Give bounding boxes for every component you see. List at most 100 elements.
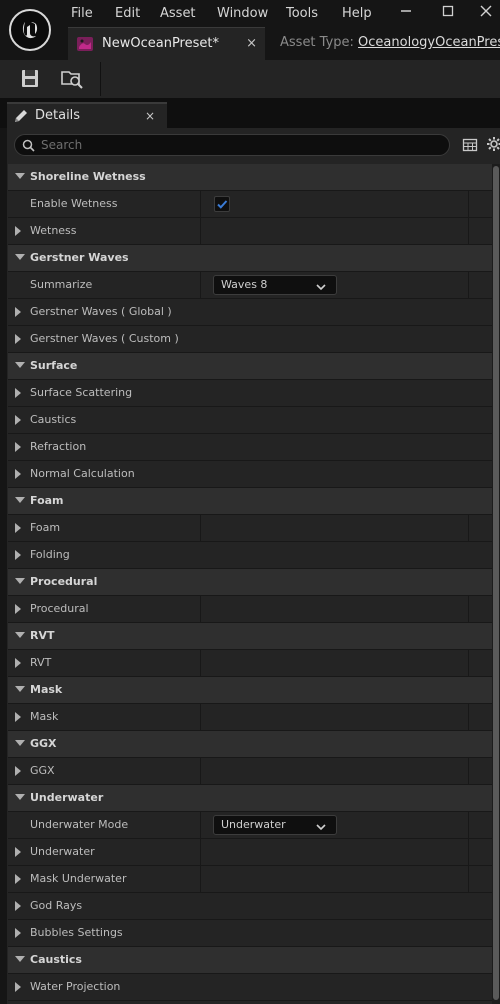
property-wetness[interactable]: Wetness [8,218,492,245]
property-mask[interactable]: Mask [8,704,492,731]
document-tab[interactable]: NewOceanPreset* × [68,27,265,61]
underwater-mode-dropdown[interactable]: Underwater [213,815,337,835]
column-divider [468,272,469,298]
expand-arrow-icon[interactable] [15,469,21,479]
expand-arrow-icon[interactable] [15,442,21,452]
category-ggx[interactable]: GGX [8,731,492,758]
column-divider[interactable] [200,866,201,892]
column-divider[interactable] [200,515,201,541]
property-rvt[interactable]: RVT [8,650,492,677]
property-normal-calculation[interactable]: Normal Calculation [8,461,492,488]
property-refraction[interactable]: Refraction [8,434,492,461]
column-divider[interactable] [200,596,201,622]
menu-edit[interactable]: Edit [115,0,140,27]
collapse-arrow-icon[interactable] [15,686,25,692]
close-window-icon[interactable] [471,0,500,27]
column-divider[interactable] [200,704,201,730]
scrollbar-thumb[interactable] [493,166,499,1000]
summarize-dropdown[interactable]: Waves 8 [213,275,337,295]
property-procedural[interactable]: Procedural [8,596,492,623]
category-surface[interactable]: Surface [8,353,492,380]
collapse-arrow-icon[interactable] [15,173,25,179]
column-divider [468,596,469,622]
maximize-icon[interactable] [433,0,463,27]
category-foam[interactable]: Foam [8,488,492,515]
category-caustics[interactable]: Caustics [8,947,492,974]
category-gerstner-waves[interactable]: Gerstner Waves [8,245,492,272]
search-box[interactable] [14,134,450,156]
expand-arrow-icon[interactable] [15,415,21,425]
property-foam[interactable]: Foam [8,515,492,542]
property-gerstner-waves-global[interactable]: Gerstner Waves ( Global ) [8,299,492,326]
asset-type-link[interactable]: OceanologyOceanPreset [358,35,500,50]
expand-arrow-icon[interactable] [15,307,21,317]
unreal-logo-icon[interactable] [9,9,51,51]
expand-arrow-icon[interactable] [15,226,21,236]
expand-arrow-icon[interactable] [15,658,21,668]
settings-gear-icon[interactable] [486,136,500,155]
collapse-arrow-icon[interactable] [15,740,25,746]
menu-file[interactable]: File [71,0,93,27]
category-underwater[interactable]: Underwater [8,785,492,812]
category-mask[interactable]: Mask [8,677,492,704]
minimize-icon[interactable] [391,0,421,27]
collapse-arrow-icon[interactable] [15,254,25,260]
details-tab[interactable]: Details × [7,102,167,128]
property-gerstner-waves-custom[interactable]: Gerstner Waves ( Custom ) [8,326,492,353]
menu-window[interactable]: Window [217,0,268,27]
collapse-arrow-icon[interactable] [15,578,25,584]
expand-arrow-icon[interactable] [15,334,21,344]
expand-arrow-icon[interactable] [15,766,21,776]
collapse-arrow-icon[interactable] [15,794,25,800]
details-scrollbar[interactable] [492,164,500,1004]
column-divider [468,650,469,676]
property-water-projection[interactable]: Water Projection [8,974,492,1001]
property-mask-underwater[interactable]: Mask Underwater [8,866,492,893]
property-underwater[interactable]: Underwater [8,839,492,866]
asset-type-info: Asset Type: OceanologyOceanPreset [280,27,500,59]
column-divider[interactable] [200,839,201,865]
collapse-arrow-icon[interactable] [15,362,25,368]
enable-wetness-checkbox[interactable] [214,196,230,212]
menu-asset[interactable]: Asset [160,0,196,27]
expand-arrow-icon[interactable] [15,604,21,614]
column-divider[interactable] [200,218,201,244]
property-ggx[interactable]: GGX [8,758,492,785]
expand-arrow-icon[interactable] [15,901,21,911]
details-tab-close-icon[interactable]: × [145,104,155,128]
property-summarize: Summarize Waves 8 [8,272,492,299]
search-input[interactable] [41,136,441,154]
category-shoreline-wetness[interactable]: Shoreline Wetness [8,164,492,191]
expand-arrow-icon[interactable] [15,388,21,398]
save-icon[interactable] [17,66,45,92]
expand-arrow-icon[interactable] [15,874,21,884]
collapse-arrow-icon[interactable] [15,956,25,962]
category-label: Gerstner Waves [30,251,129,264]
property-caustics[interactable]: Caustics [8,407,492,434]
column-divider[interactable] [200,758,201,784]
expand-arrow-icon[interactable] [15,982,21,992]
menu-tools[interactable]: Tools [286,0,318,27]
expand-arrow-icon[interactable] [15,847,21,857]
property-bubbles-settings[interactable]: Bubbles Settings [8,920,492,947]
expand-arrow-icon[interactable] [15,523,21,533]
column-divider[interactable] [200,650,201,676]
column-divider[interactable] [200,191,201,217]
expand-arrow-icon[interactable] [15,928,21,938]
property-god-rays[interactable]: God Rays [8,893,492,920]
collapse-arrow-icon[interactable] [15,632,25,638]
column-divider[interactable] [200,812,201,838]
collapse-arrow-icon[interactable] [15,497,25,503]
category-rvt[interactable]: RVT [8,623,492,650]
expand-arrow-icon[interactable] [15,712,21,722]
property-list: Shoreline Wetness Enable Wetness Wetness Ge… [8,164,492,1001]
browse-to-asset-icon[interactable] [58,66,86,92]
column-divider[interactable] [200,272,201,298]
menu-help[interactable]: Help [342,0,372,27]
document-tab-close-icon[interactable]: × [246,28,257,60]
category-procedural[interactable]: Procedural [8,569,492,596]
table-view-icon[interactable] [462,137,478,156]
expand-arrow-icon[interactable] [15,550,21,560]
property-surface-scattering[interactable]: Surface Scattering [8,380,492,407]
property-folding[interactable]: Folding [8,542,492,569]
